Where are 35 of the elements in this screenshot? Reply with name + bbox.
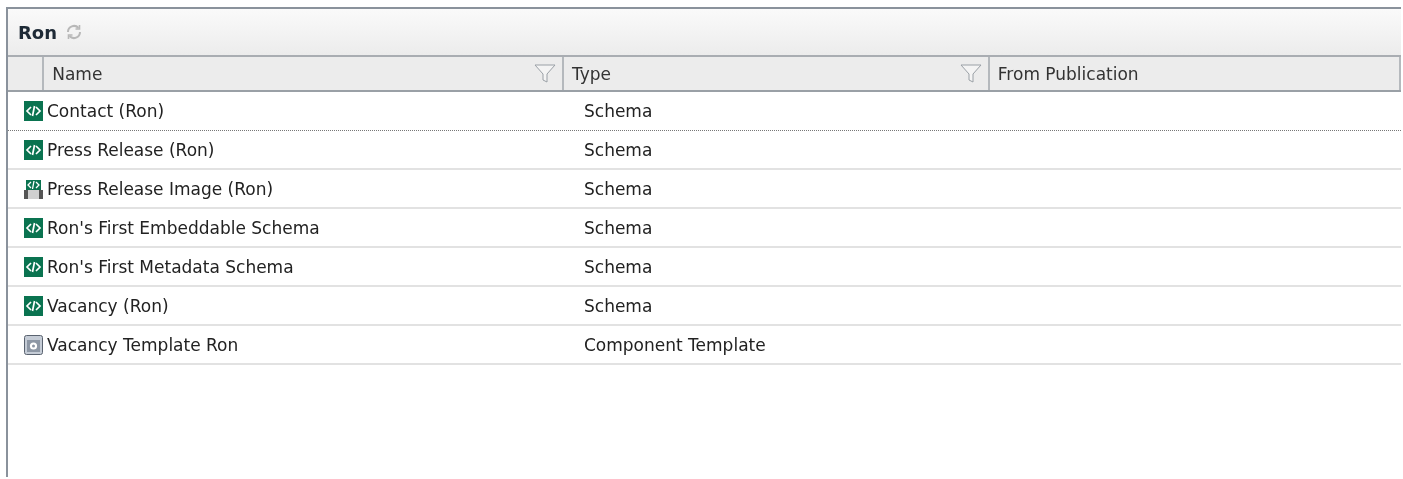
refresh-icon[interactable]	[65, 23, 84, 41]
table-cell: Vacancy Template Ron	[47, 334, 239, 355]
table-cell-text: Schema	[583, 295, 653, 316]
filter-icon[interactable]	[534, 63, 556, 84]
table-row[interactable]: Contact (Ron) Schema	[8, 92, 1401, 131]
table-cell-text: Component Template	[583, 334, 766, 355]
code-tag-icon	[24, 295, 43, 316]
code-tag-icon	[24, 101, 43, 121]
column-header[interactable]: Type	[564, 57, 990, 90]
column-header[interactable]: Name	[44, 57, 564, 90]
table-cell: Vacancy (Ron)	[47, 295, 169, 316]
table-row[interactable]: Press Release (Ron) Schema	[8, 131, 1401, 170]
code-tag-icon	[24, 217, 43, 238]
code-tag-icon	[24, 139, 43, 160]
table-cell-text: Schema	[583, 178, 653, 199]
code-tag-icon	[24, 256, 43, 277]
table-row[interactable]: Ron's First Metadata Schema Schema	[8, 248, 1401, 287]
table-cell: Ron's First Embeddable Schema	[47, 217, 320, 238]
table-cell: Press Release Image (Ron)	[47, 178, 274, 199]
table-cell: Contact (Ron)	[47, 101, 165, 121]
table-cell-text: Schema	[583, 139, 653, 160]
filter-icon[interactable]	[959, 63, 982, 84]
film-schema-icon	[24, 178, 43, 199]
table-cell-text: Schema	[583, 256, 653, 277]
table-row[interactable]: Ron's First Embeddable Schema Schema	[8, 209, 1401, 248]
panel-title: Ron	[18, 21, 58, 43]
table-cell-text: Schema	[583, 217, 653, 238]
table-cell-text: Schema	[583, 101, 653, 121]
table-row[interactable]: Vacancy Template Ron Component Template	[8, 326, 1401, 365]
column-header[interactable]: From Publication	[989, 57, 1401, 90]
table-cell: Press Release (Ron)	[47, 139, 215, 160]
gear-box-icon	[24, 334, 43, 355]
table-row[interactable]: Press Release Image (Ron) Schema	[8, 170, 1401, 209]
table-cell: Ron's First Metadata Schema	[47, 256, 294, 277]
table-row[interactable]: Vacancy (Ron) Schema	[8, 287, 1401, 326]
